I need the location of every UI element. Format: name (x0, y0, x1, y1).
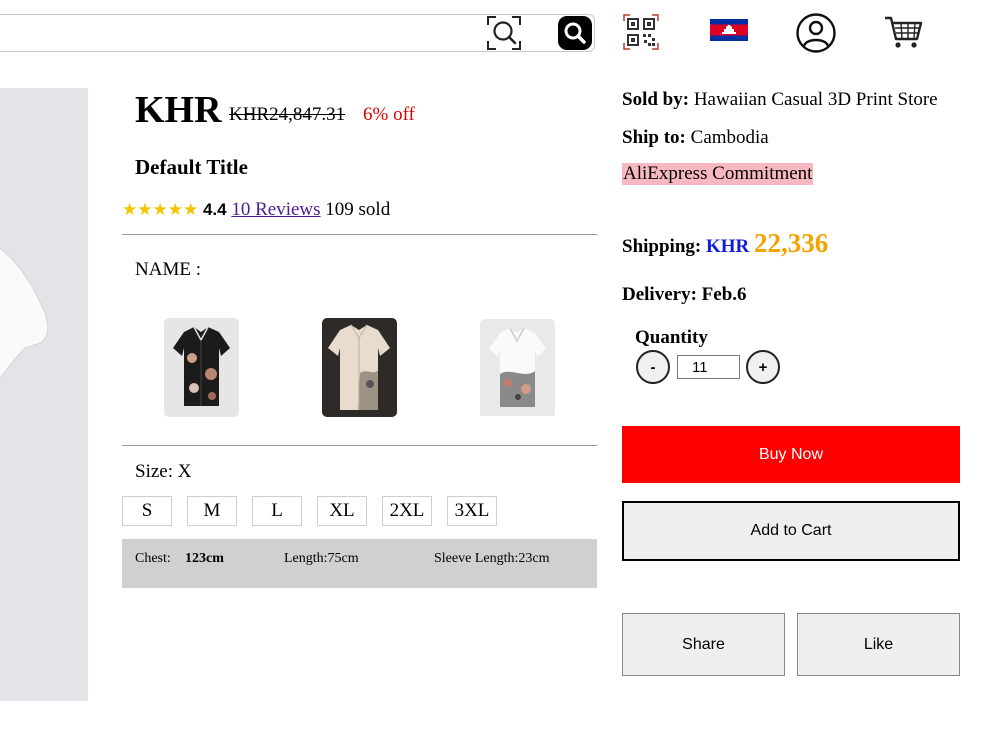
aliexpress-commitment-badge: AliExpress Commitment (622, 163, 814, 185)
share-button[interactable]: Share (622, 613, 785, 676)
divider (122, 445, 597, 446)
search-input[interactable] (5, 21, 469, 47)
sold-by-label: Sold by: (622, 89, 690, 110)
price-currency: KHR (135, 89, 222, 131)
rating-row: ★★★★★ 4.4 10 Reviews 109 sold (122, 199, 390, 221)
length-value: Length:75cm (284, 551, 359, 566)
divider (122, 234, 597, 235)
ship-to-label: Ship to: (622, 127, 686, 148)
shipping-cost: Shipping: KHR 22,336 (622, 228, 828, 259)
shipping-label: Shipping: (622, 236, 702, 257)
size-option-xl[interactable]: XL (317, 496, 367, 526)
size-option-2xl[interactable]: 2XL (382, 496, 432, 526)
scan-icon[interactable] (486, 15, 522, 51)
size-label: Size: X (135, 461, 192, 482)
quantity-input[interactable] (677, 355, 740, 379)
discount-badge: 6% off (363, 104, 415, 125)
store-name[interactable]: Hawaiian Casual 3D Print Store (694, 89, 938, 110)
original-price: KHR24,847.31 (229, 104, 346, 125)
shipping-amount: 22,336 (754, 228, 829, 258)
product-title: Default Title (135, 155, 248, 179)
size-option-s[interactable]: S (122, 496, 172, 526)
size-option-3xl[interactable]: 3XL (447, 496, 497, 526)
chest-label: Chest: (135, 551, 171, 566)
sleeve-length-value: Sleeve Length:23cm (434, 551, 550, 566)
cambodia-flag-icon[interactable] (710, 19, 748, 41)
like-button[interactable]: Like (797, 613, 960, 676)
product-main-image[interactable] (0, 88, 88, 701)
quantity-decrease-button[interactable]: - (636, 350, 670, 384)
variant-thumbnail-beige[interactable] (322, 318, 397, 417)
chest-value: 123cm (185, 551, 224, 566)
delivery-date: Delivery: Feb.6 (622, 284, 747, 305)
ship-to-country[interactable]: Cambodia (691, 127, 769, 148)
variant-name-label: NAME : (135, 259, 201, 280)
ship-to: Ship to: Cambodia (622, 127, 769, 149)
size-measurements: Chest: 123cm Length:75cm Sleeve Length:2… (122, 539, 597, 588)
reviews-link[interactable]: 10 Reviews (231, 199, 320, 220)
buy-now-button[interactable]: Buy Now (622, 426, 960, 483)
size-option-m[interactable]: M (187, 496, 237, 526)
variant-thumbnail-black-floral[interactable] (164, 318, 239, 417)
quantity-increase-button[interactable]: + (746, 350, 780, 384)
shipping-currency: KHR (705, 236, 750, 257)
qr-code-icon[interactable] (623, 14, 659, 50)
sold-count: 109 sold (325, 199, 391, 220)
search-button[interactable] (558, 16, 592, 50)
user-icon[interactable] (795, 12, 837, 54)
cart-icon[interactable] (883, 14, 923, 50)
size-option-l[interactable]: L (252, 496, 302, 526)
star-rating-icon: ★★★★★ (122, 200, 199, 219)
variant-thumbnail-white-floral[interactable] (480, 319, 555, 418)
rating-value: 4.4 (202, 200, 227, 219)
search-icon (564, 22, 586, 44)
quantity-label: Quantity (635, 327, 708, 348)
sold-by: Sold by: Hawaiian Casual 3D Print Store (622, 89, 938, 111)
add-to-cart-button[interactable]: Add to Cart (622, 501, 960, 561)
